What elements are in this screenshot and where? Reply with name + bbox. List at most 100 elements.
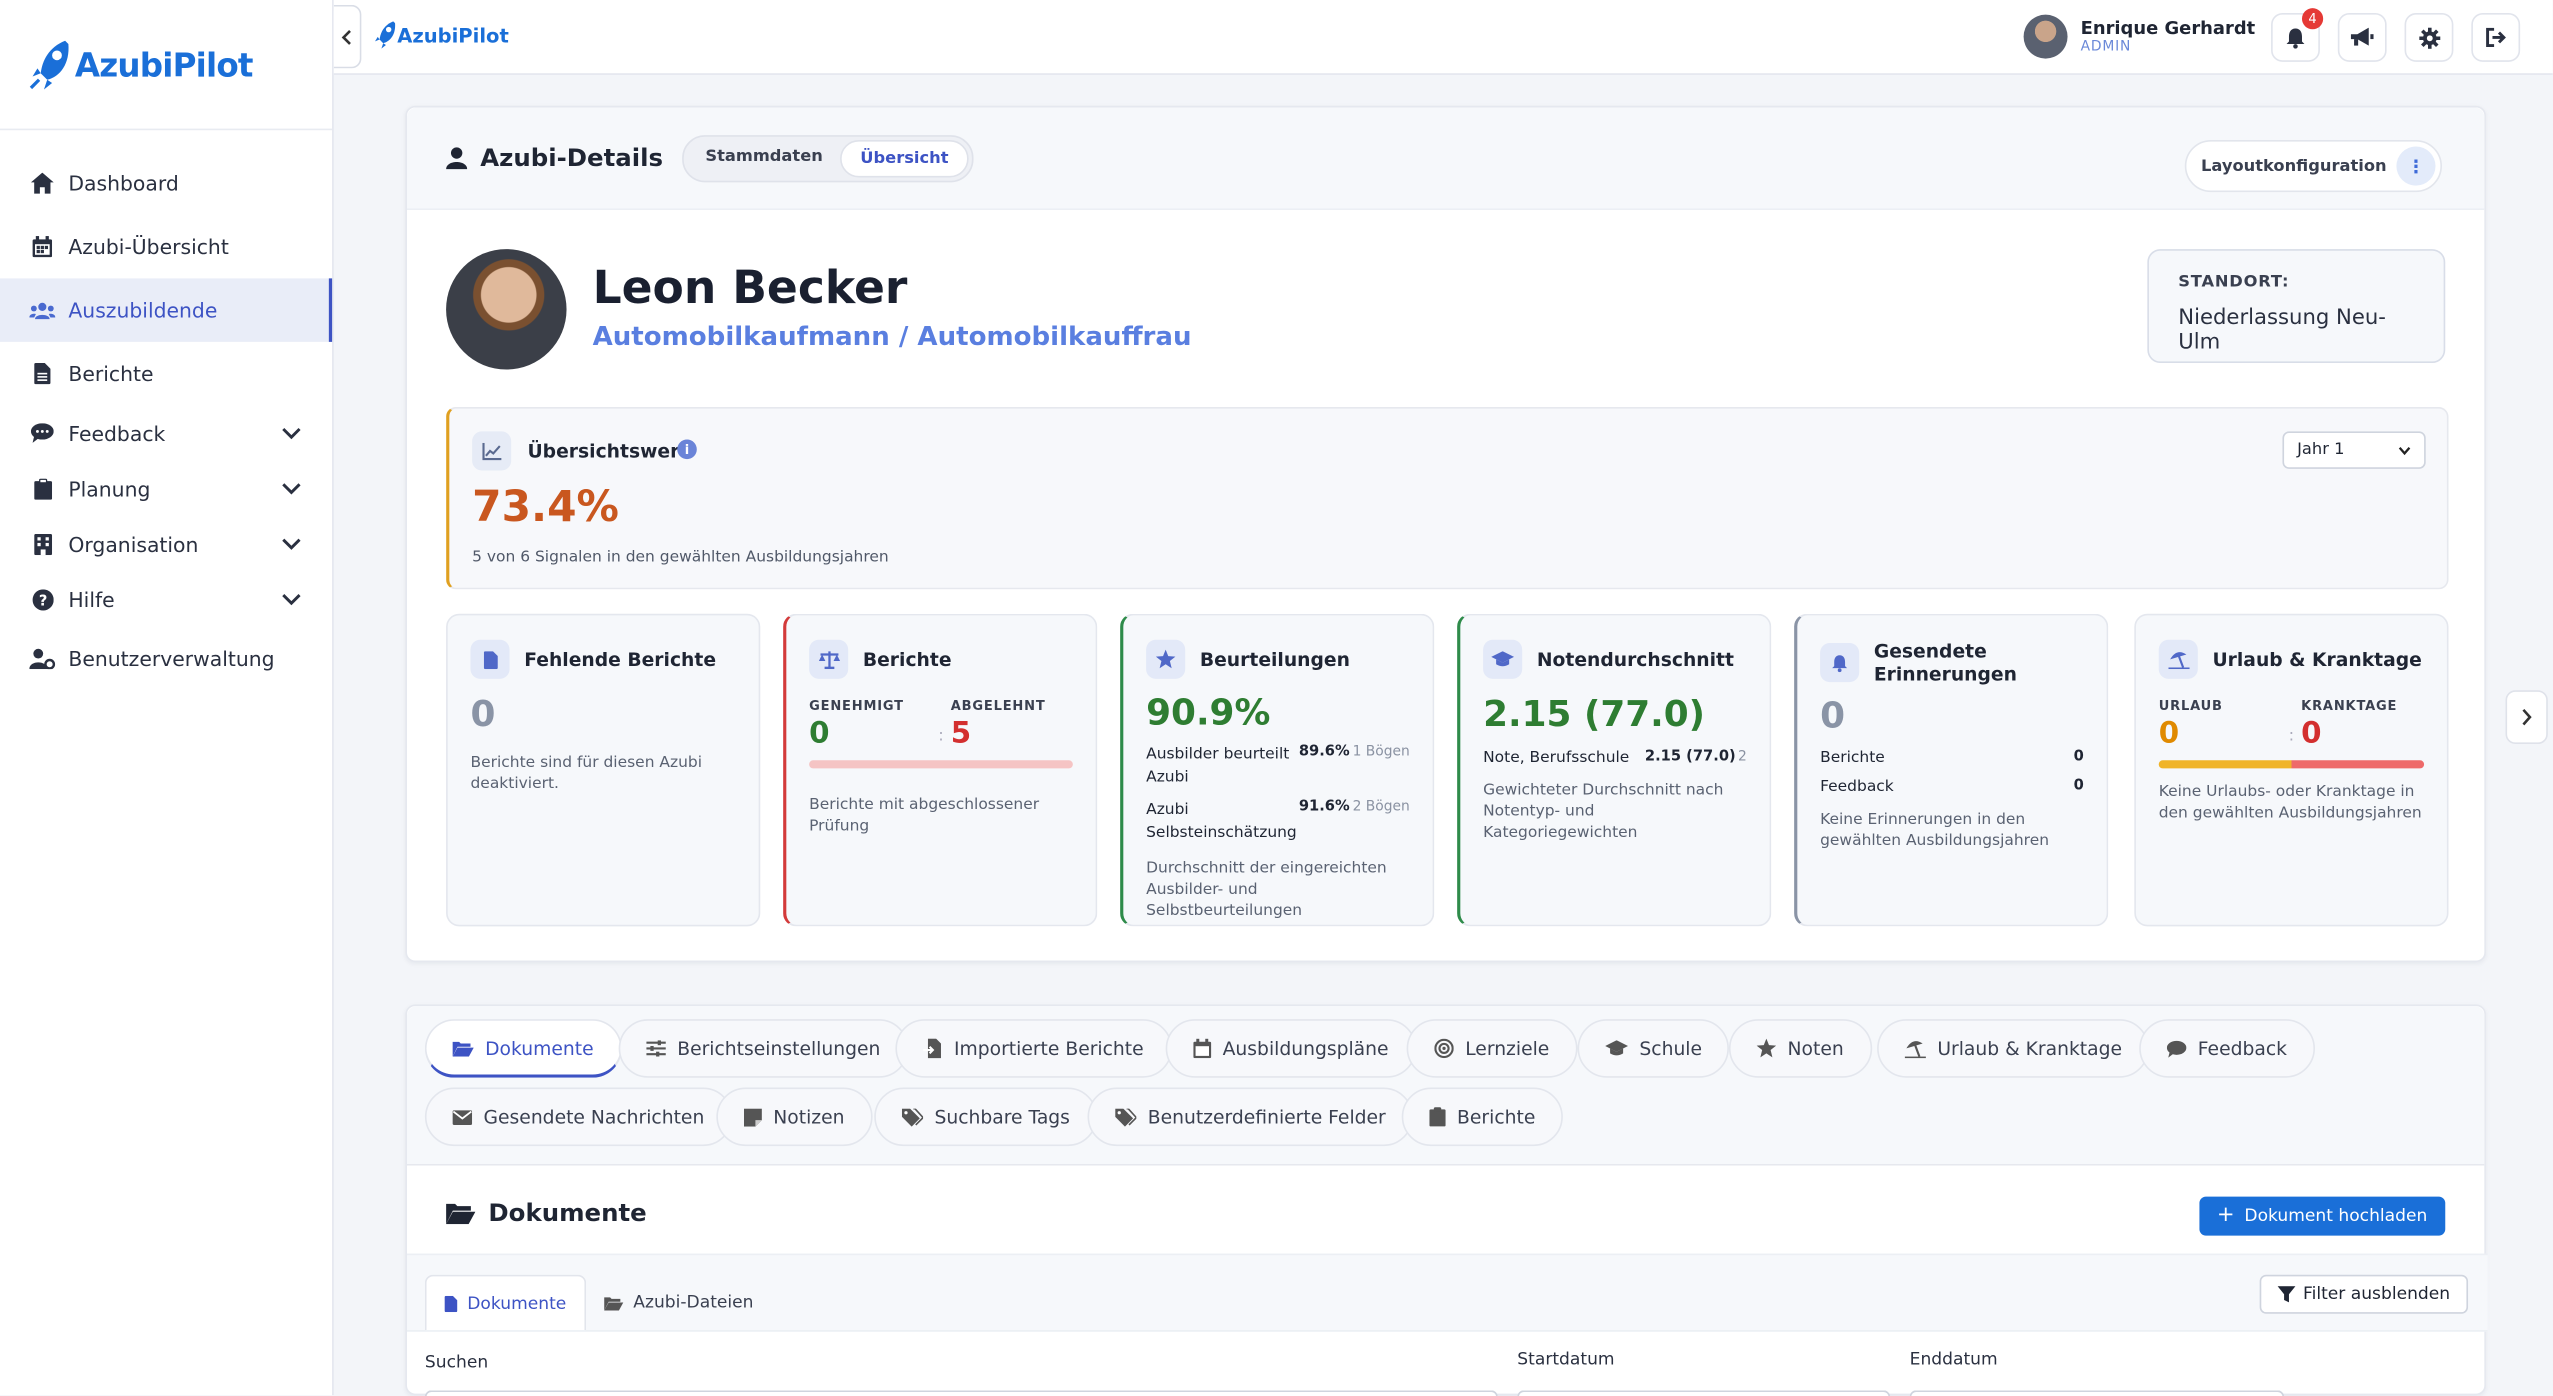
kpi-note: Durchschnitt der eingereichten Ausbilder…: [1146, 859, 1387, 920]
tab-berichtseinstellungen[interactable]: Berichtseinstellungen: [618, 1019, 909, 1078]
chevron-down-icon: [282, 593, 301, 606]
view-toggle: Stammdaten Übersicht: [682, 134, 973, 182]
documents-title: Dokumente: [488, 1198, 647, 1228]
search-label: Suchen: [424, 1352, 489, 1373]
comment-icon: [2166, 1039, 2187, 1057]
sidebar-item-organisation[interactable]: Organisation: [0, 516, 332, 571]
app-name: AzubiPilot: [74, 44, 254, 84]
upload-document-button[interactable]: + Dokument hochladen: [2198, 1196, 2446, 1236]
sidebar-item-feedback[interactable]: Feedback: [0, 405, 332, 460]
tab-noten[interactable]: Noten: [1728, 1019, 1872, 1078]
tab-importierte-berichte[interactable]: Importierte Berichte: [895, 1019, 1172, 1078]
upload-label: Dokument hochladen: [2244, 1206, 2428, 1226]
user-menu[interactable]: Enrique Gerhardt ADMIN: [2023, 14, 2256, 59]
kranktage-label: KRANKTAGE: [2301, 698, 2398, 714]
target-icon: [1434, 1038, 1454, 1059]
tab-label: Gesendete Nachrichten: [483, 1105, 705, 1129]
year-select[interactable]: Jahr 1: [2282, 431, 2426, 469]
file-icon: [444, 1295, 458, 1312]
row-value: 89.6%: [1298, 743, 1350, 761]
tab-suchbare-tags[interactable]: Suchbare Tags: [874, 1087, 1098, 1147]
users-icon: [29, 299, 56, 322]
sidebar-item-hilfe[interactable]: ? Hilfe: [0, 571, 332, 626]
subtab-azubi-dateien[interactable]: Azubi-Dateien: [586, 1275, 771, 1330]
tab-lernziele[interactable]: Lernziele: [1406, 1019, 1577, 1078]
sidebar-item-auszubildende[interactable]: Auszubildende: [0, 278, 333, 342]
tab-ausbildungsplaene[interactable]: Ausbildungspläne: [1165, 1019, 1417, 1078]
tab-urlaub-kranktage[interactable]: Urlaub & Kranktage: [1877, 1019, 2150, 1078]
kpi-beurteilungen: Beurteilungen 90.9% Ausbilder beurteilt …: [1120, 613, 1435, 927]
logout-button[interactable]: [2471, 13, 2521, 62]
sidebar-item-label: Auszubildende: [68, 297, 218, 323]
sidebar-item-azubi-uebersicht[interactable]: Azubi-Übersicht: [0, 215, 332, 278]
filter-toggle-button[interactable]: Filter ausblenden: [2259, 1274, 2469, 1314]
rocket-icon: [375, 21, 396, 49]
overview-panel: Übersichtswert i 73.4% 5 von 6 Signalen …: [446, 407, 2449, 590]
next-panel-button[interactable]: [2505, 690, 2548, 744]
tab-uebersicht[interactable]: Übersicht: [840, 139, 969, 177]
ratio-bar: [2158, 760, 2425, 769]
documents-card: Dokumente Berichtseinstellungen Importie…: [405, 1004, 2488, 1396]
row-value: 2.15 (77.0): [1644, 748, 1736, 766]
subtab-label: Azubi-Dateien: [633, 1292, 754, 1313]
tab-label: Schule: [1639, 1037, 1703, 1060]
azubi-job: Automobilkaufmann / Automobilkauffrau: [592, 320, 1192, 352]
kpi-note: Berichte sind für diesen Azubi deaktivie…: [470, 753, 703, 793]
announcements-button[interactable]: [2337, 13, 2387, 62]
sidebar-item-planung[interactable]: Planung: [0, 461, 332, 516]
tab-gesendete-nachrichten[interactable]: Gesendete Nachrichten: [424, 1087, 732, 1147]
tags-icon: [1115, 1107, 1137, 1126]
tab-dokumente[interactable]: Dokumente: [424, 1019, 622, 1078]
tab-label: Benutzerdefinierte Felder: [1147, 1105, 1386, 1129]
folder-open-icon: [452, 1039, 474, 1056]
notifications-button[interactable]: 4: [2271, 8, 2324, 62]
row-label: Note, Berufsschule: [1483, 748, 1630, 767]
tab-benutzerdefinierte-felder[interactable]: Benutzerdefinierte Felder: [1087, 1087, 1414, 1147]
svg-text:?: ?: [38, 592, 47, 609]
profile-avatar: [446, 249, 567, 370]
overview-title: Übersichtswert: [527, 439, 689, 463]
search-input[interactable]: [424, 1390, 1498, 1396]
file-icon: [29, 362, 55, 385]
user-name: Enrique Gerhardt: [2080, 17, 2256, 39]
chevron-down-icon: [282, 538, 301, 550]
kpi-notendurchschnitt: Notendurchschnitt 2.15 (77.0) Note, Beru…: [1457, 613, 1772, 927]
app-logo[interactable]: AzubiPilot: [0, 0, 333, 131]
kpi-berichte: Berichte GENEHMIGT 0 : ABGELEHNT 5 Beric…: [783, 613, 1098, 927]
subtab-dokumente[interactable]: Dokumente: [424, 1274, 586, 1331]
kpi-value: 90.9%: [1146, 693, 1271, 735]
kpi-value: 0: [1820, 696, 1846, 738]
enddatum-input[interactable]: [1909, 1390, 2285, 1396]
startdatum-input[interactable]: [1517, 1390, 1891, 1396]
layout-config-button[interactable]: Layoutkonfiguration ⋮: [2184, 140, 2442, 193]
file-import-icon: [923, 1038, 943, 1059]
kpi-value: 0: [470, 695, 496, 736]
tab-berichte[interactable]: Berichte: [1401, 1087, 1564, 1147]
abgelehnt-value: 5: [950, 716, 972, 751]
sidebar-item-label: Dashboard: [68, 170, 179, 196]
kpi-title: Urlaub & Kranktage: [2212, 647, 2422, 671]
topbar-logo[interactable]: AzubiPilot: [373, 20, 509, 51]
kpi-title: Fehlende Berichte: [524, 647, 717, 671]
tab-label: Berichtseinstellungen: [677, 1037, 881, 1060]
sidebar-item-dashboard[interactable]: Dashboard: [0, 151, 332, 214]
filter-icon: [2276, 1286, 2295, 1303]
tab-stammdaten[interactable]: Stammdaten: [687, 139, 840, 176]
sidebar-item-label: Benutzerverwaltung: [68, 646, 275, 671]
umbrella-beach-icon: [2158, 639, 2198, 679]
separator: :: [2288, 727, 2295, 746]
tab-feedback[interactable]: Feedback: [2139, 1019, 2315, 1078]
tab-label: Notizen: [773, 1105, 845, 1129]
tab-schule[interactable]: Schule: [1577, 1019, 1730, 1078]
sidebar-item-benutzerverwaltung[interactable]: Benutzerverwaltung: [0, 627, 332, 690]
tab-label: Berichte: [1457, 1105, 1536, 1129]
tab-notizen[interactable]: Notizen: [716, 1087, 873, 1147]
kpi-note: Keine Urlaubs- oder Kranktage in den gew…: [2158, 783, 2422, 823]
info-icon[interactable]: i: [677, 439, 697, 460]
separator: :: [938, 727, 944, 746]
bell-icon: [1820, 643, 1860, 683]
tab-label: Urlaub & Kranktage: [1937, 1037, 2123, 1060]
settings-button[interactable]: [2404, 13, 2454, 62]
sidebar-item-berichte[interactable]: Berichte: [0, 342, 332, 405]
sidebar-collapse-button[interactable]: [333, 4, 362, 69]
